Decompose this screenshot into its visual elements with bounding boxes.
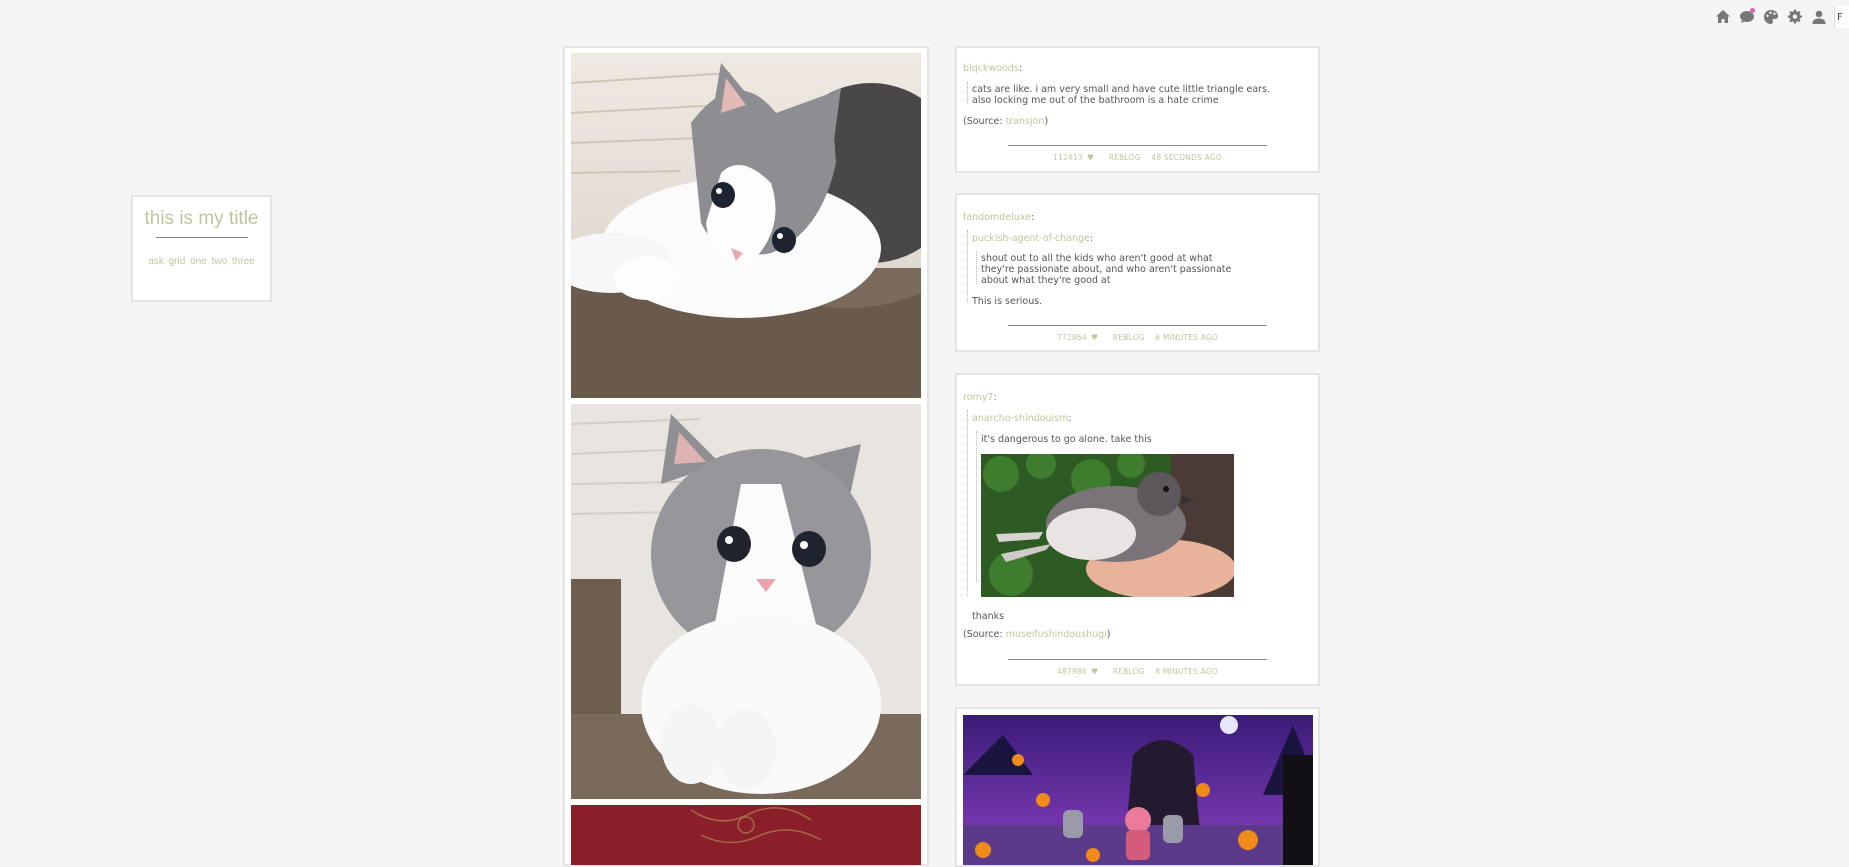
kitten-photo-1[interactable] [571,53,921,398]
post-meta: 112413 ♥ REBLOG 48 SECONDS AGO [957,153,1318,162]
edge-tab[interactable]: F [1834,6,1849,28]
reblog-link[interactable]: REBLOG [1109,153,1141,162]
link-ask[interactable]: ask [148,256,164,267]
reblog-link[interactable]: REBLOG [1113,333,1145,342]
top-toolbar: F [1714,6,1849,28]
source-link[interactable]: museifushindoushugi [1006,629,1107,640]
link-two[interactable]: two [212,256,228,267]
quote-line: shout out to all the kids who aren't goo… [981,253,1213,264]
post-meta: 487986 ♥ REBLOG 8 MINUTES AGO [957,667,1318,676]
post-comment: This is serious. [972,296,1043,307]
source-line: (Source: museifushindoushugi) [963,629,1111,640]
bird-photo[interactable] [981,454,1234,597]
timestamp[interactable]: 6 MINUTES AGO [1155,333,1218,342]
photo-post [563,46,929,866]
photo-3-partial[interactable] [571,805,921,865]
heart-icon[interactable]: ♥ [1087,153,1094,162]
post-author[interactable]: romy7: [963,392,997,403]
quote-line: it's dangerous to go alone. take this [981,434,1152,445]
user-icon[interactable] [1810,8,1828,26]
gear-icon[interactable] [1786,8,1804,26]
title-divider [155,237,248,238]
post-divider [1008,145,1267,146]
post-author[interactable]: fandomdeluxe: [963,212,1034,223]
heart-icon[interactable]: ♥ [1091,667,1098,676]
nested-quote-bar [976,251,977,284]
link-three[interactable]: three [232,256,255,267]
timestamp[interactable]: 8 MINUTES AGO [1155,667,1218,676]
text-post-3: romy7: anarcho-shindouism: it's dangerou… [955,373,1320,686]
reblogged-author[interactable]: anarcho-shindouism: [972,413,1072,424]
kitten-photo-2[interactable] [571,404,921,799]
quote-line: they're passionate about, and who aren't… [981,264,1232,275]
post-divider [1008,659,1267,660]
chat-icon[interactable] [1738,8,1756,26]
quote-bar [967,82,968,104]
sidebar-links: ask grid one two three [133,256,270,267]
timestamp[interactable]: 48 SECONDS AGO [1151,153,1222,162]
reblogged-author[interactable]: puckish-agent-of-change: [972,233,1093,244]
note-count[interactable]: 112413 ♥ [1053,153,1098,162]
note-count[interactable]: 487986 ♥ [1057,667,1102,676]
link-grid[interactable]: grid [169,256,186,267]
note-count[interactable]: 772964 ♥ [1057,333,1102,342]
post-divider [1008,325,1267,326]
reblog-link[interactable]: REBLOG [1113,667,1145,676]
photo-post-4 [955,707,1320,867]
source-line: (Source: transjon) [963,116,1049,127]
home-icon[interactable] [1714,8,1732,26]
link-one[interactable]: one [190,256,207,267]
nested-quote-bar [976,431,977,581]
palette-icon[interactable] [1762,8,1780,26]
notification-dot [1750,8,1755,13]
text-post-2: fandomdeluxe: puckish-agent-of-change: s… [955,193,1320,352]
post-comment: thanks [972,611,1005,622]
blog-sidebar: this is my title ask grid one two three [131,195,272,302]
source-link[interactable]: transjon [1006,116,1045,127]
quote-bar [967,410,968,596]
quote-line: also locking me out of the bathroom is a… [972,95,1219,106]
quote-line: about what they're good at [981,275,1111,286]
quote-line: cats are like. i am very small and have … [972,84,1271,95]
heart-icon[interactable]: ♥ [1091,333,1098,342]
post-meta: 772964 ♥ REBLOG 6 MINUTES AGO [957,333,1318,342]
blog-title: this is my title [144,208,259,229]
text-post-1: blqckwoods: cats are like. i am very sma… [955,46,1320,173]
quote-bar [967,230,968,302]
post-author[interactable]: blqckwoods: [963,63,1022,74]
halloween-photo[interactable] [963,715,1313,865]
